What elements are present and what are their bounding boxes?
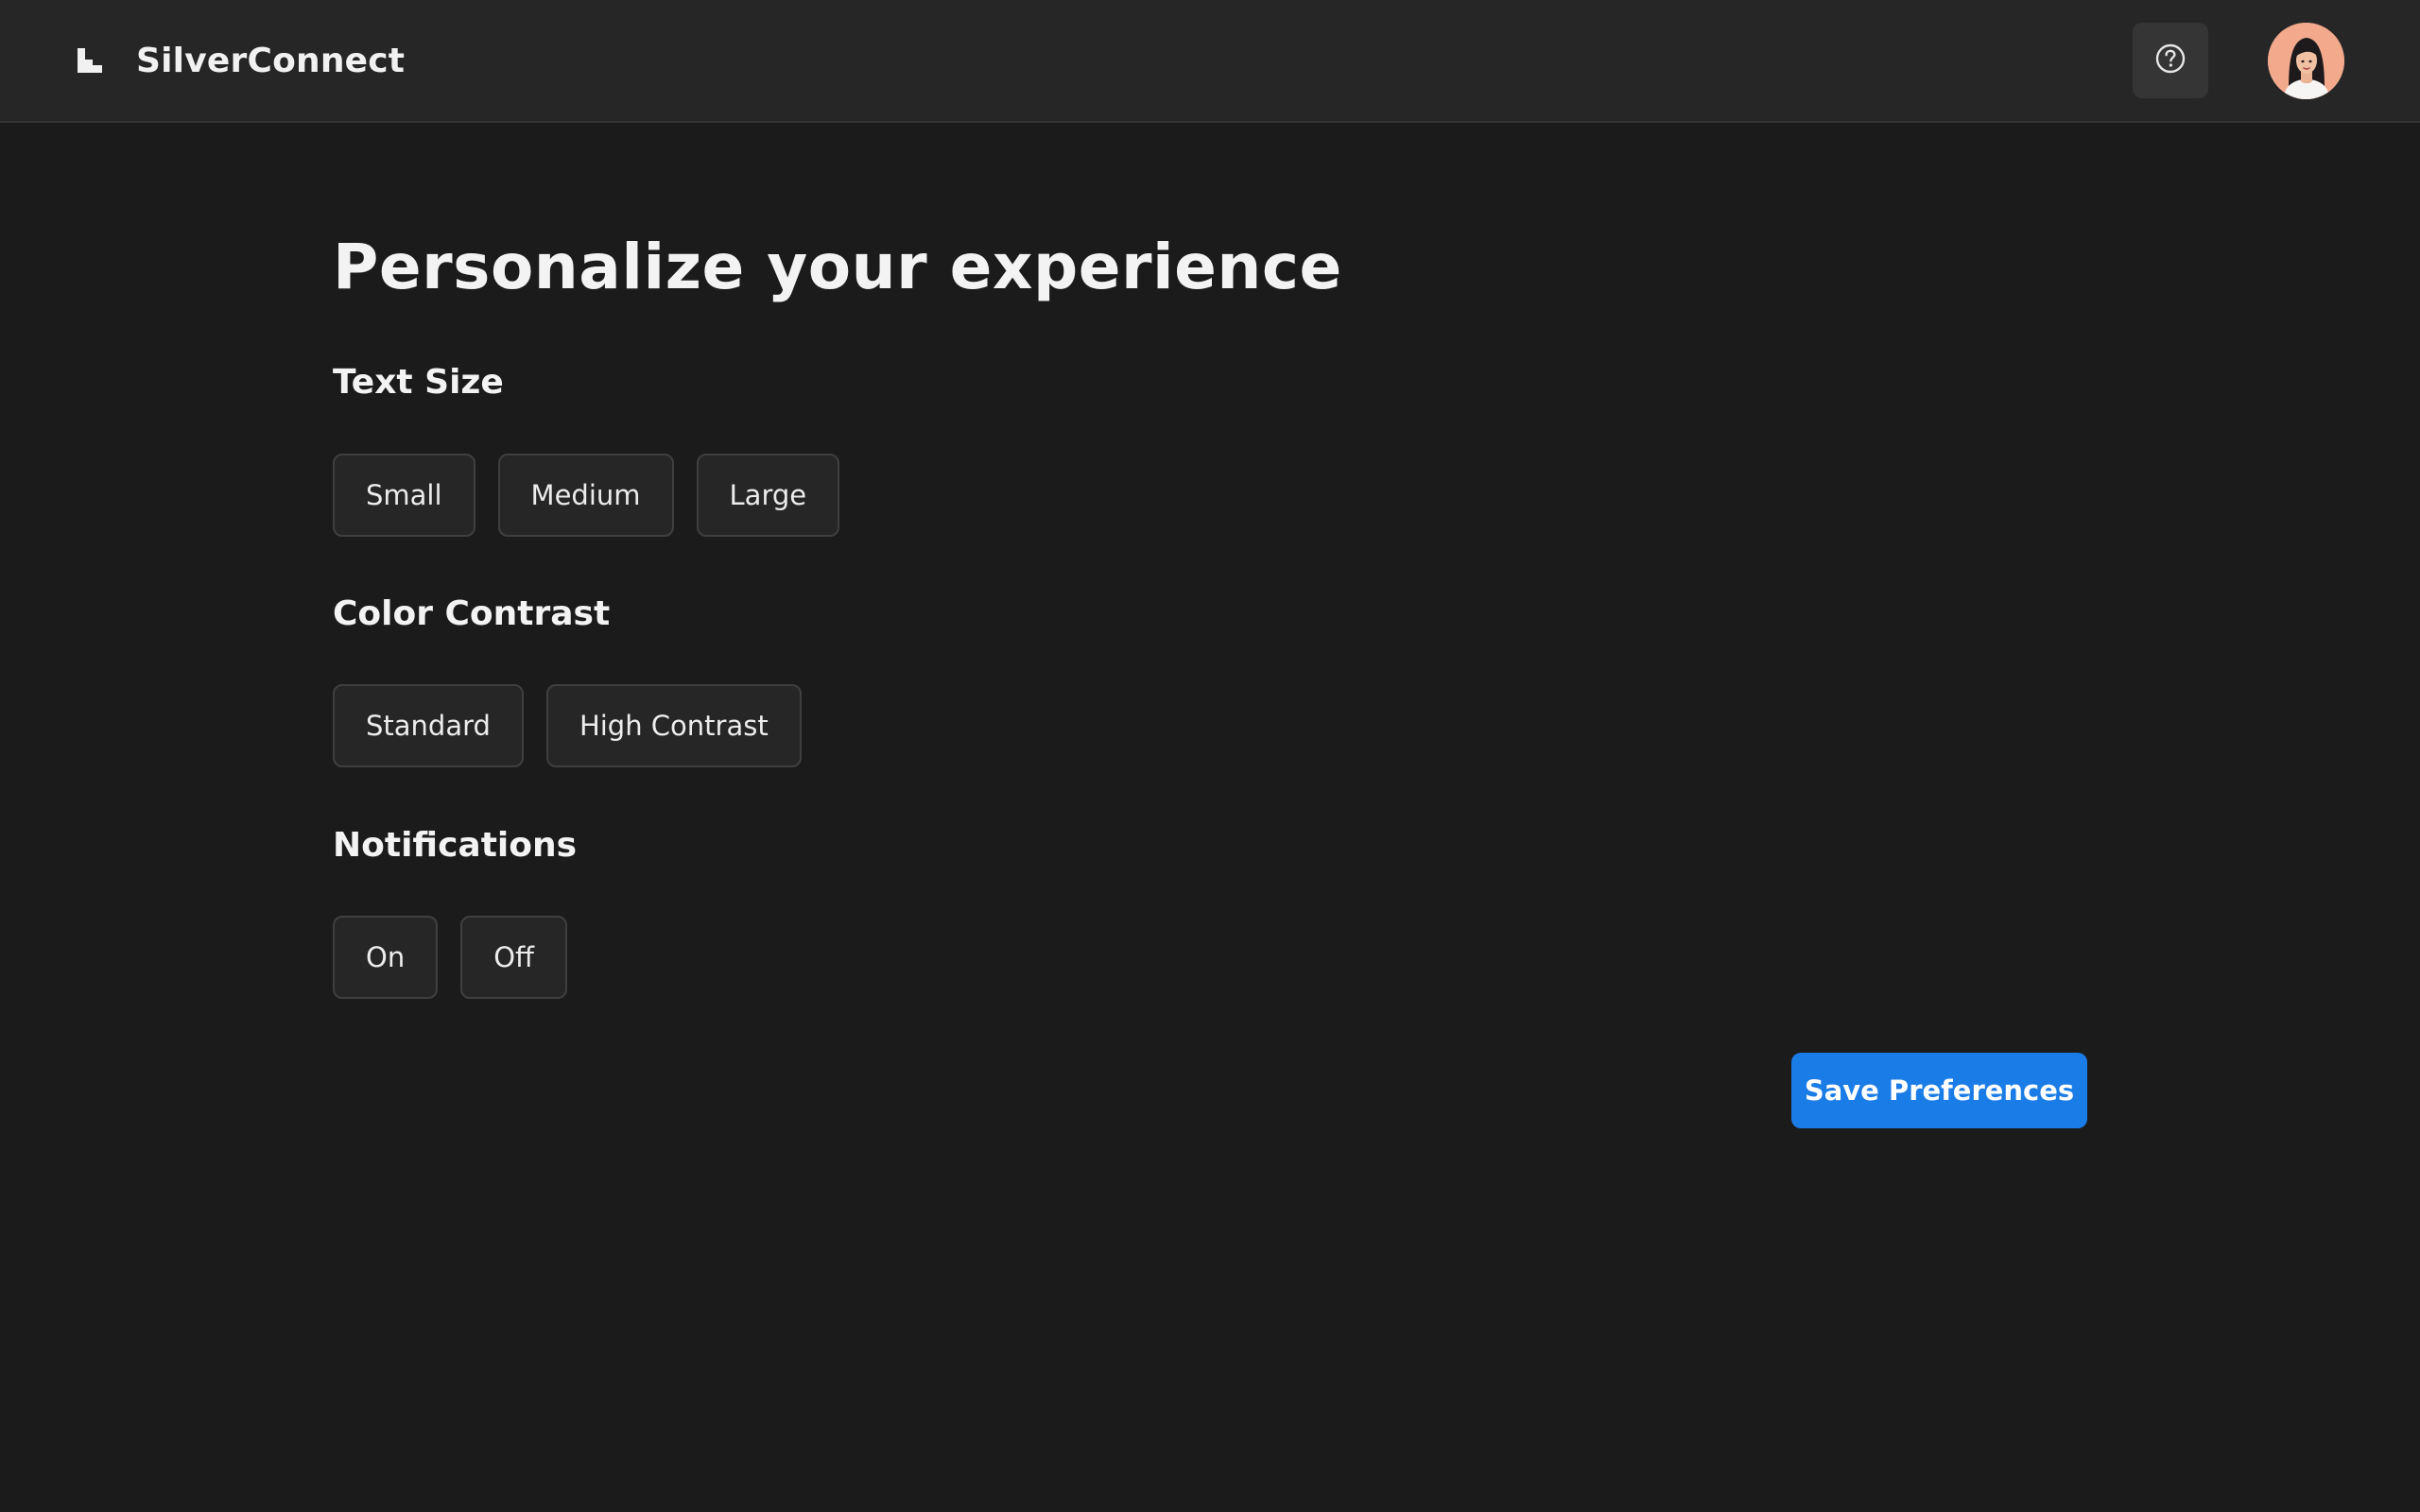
user-avatar[interactable] <box>2268 23 2344 99</box>
avatar-portrait-icon <box>2268 23 2344 99</box>
color-contrast-heading: Color Contrast <box>333 594 611 633</box>
question-circle-icon <box>2153 42 2187 79</box>
steps-logo-icon <box>76 46 104 75</box>
contrast-standard-option[interactable]: Standard <box>333 684 524 767</box>
top-bar: SilverConnect <box>0 0 2420 123</box>
help-button[interactable] <box>2133 23 2208 98</box>
notifications-heading: Notifications <box>333 826 578 865</box>
notifications-on-option[interactable]: On <box>333 916 439 999</box>
text-size-large-option[interactable]: Large <box>696 454 840 537</box>
text-size-heading: Text Size <box>333 363 504 402</box>
notifications-off-option[interactable]: Off <box>460 916 568 999</box>
brand[interactable]: SilverConnect <box>76 38 405 83</box>
color-contrast-options: Standard High Contrast <box>333 684 802 767</box>
notifications-options: On Off <box>333 916 568 999</box>
page-title: Personalize your experience <box>333 231 1342 303</box>
text-size-options: Small Medium Large <box>333 454 840 537</box>
text-size-small-option[interactable]: Small <box>333 454 475 537</box>
brand-name: SilverConnect <box>136 41 406 80</box>
text-size-medium-option[interactable]: Medium <box>497 454 674 537</box>
contrast-high-option[interactable]: High Contrast <box>545 684 802 767</box>
save-preferences-button[interactable]: Save Preferences <box>1791 1053 2087 1128</box>
